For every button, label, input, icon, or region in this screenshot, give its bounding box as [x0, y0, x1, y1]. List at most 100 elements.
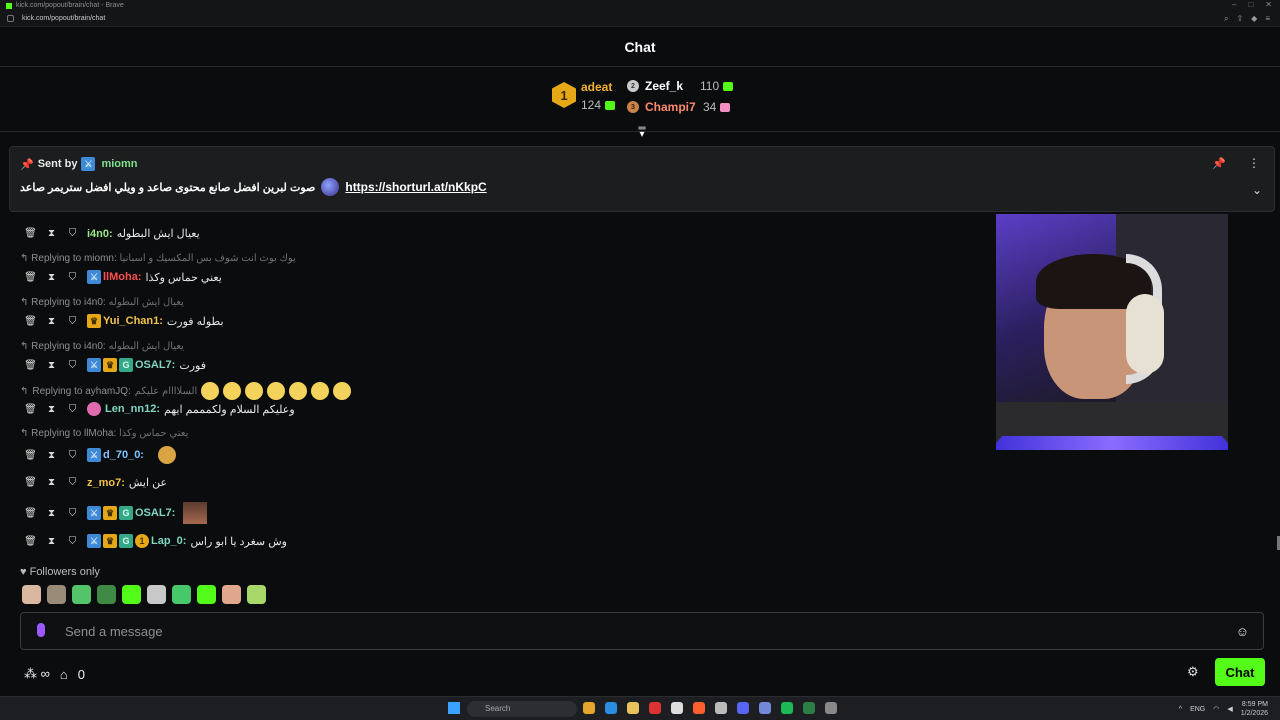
reply-context[interactable]: ↰ Replying to i4n0: يعيال ايش البطوله [20, 341, 184, 352]
ban-icon[interactable]: ⛉ [66, 360, 79, 371]
app2-icon[interactable] [759, 702, 771, 714]
emote-icon[interactable] [22, 585, 41, 604]
emote-icon[interactable] [47, 585, 66, 604]
delete-icon[interactable]: 🗑 [24, 316, 37, 327]
minimize-icon[interactable]: – [1232, 0, 1236, 9]
ban-icon[interactable]: ⛉ [66, 477, 79, 488]
delete-icon[interactable]: 🗑 [24, 228, 37, 239]
timeout-icon[interactable]: ⧗ [45, 272, 58, 283]
leader-1-name[interactable]: adeat [581, 80, 612, 94]
emote-icon[interactable] [247, 585, 266, 604]
close-icon[interactable]: ✕ [1265, 0, 1272, 9]
more-options-icon[interactable]: ⋮ [1248, 156, 1260, 170]
emote-icon[interactable] [122, 585, 141, 604]
username[interactable]: llMoha: [103, 271, 142, 283]
delete-icon[interactable]: 🗑 [24, 404, 37, 415]
emote-icon[interactable] [147, 585, 166, 604]
ban-icon[interactable]: ⛉ [66, 272, 79, 283]
ban-icon[interactable]: ⛉ [66, 404, 79, 415]
ban-icon[interactable]: ⛉ [66, 536, 79, 547]
pinned-link[interactable]: https://shorturl.at/nKkpC [345, 180, 486, 194]
delete-icon[interactable]: 🗑 [24, 536, 37, 547]
username[interactable]: d_70_0: [103, 449, 144, 461]
file-explorer-icon[interactable] [627, 702, 639, 714]
app-icon[interactable] [649, 702, 661, 714]
username[interactable]: Lap_0: [151, 535, 186, 547]
timeout-icon[interactable]: ⧗ [45, 508, 58, 519]
usb-icon[interactable] [715, 702, 727, 714]
reply-context[interactable]: ↰ Replying to i4n0: يعيال ايش البطوله [20, 297, 184, 308]
channel-points-icon[interactable]: ⁂ ∞ [24, 666, 50, 682]
chevron-down-icon[interactable]: ⌄ [1252, 183, 1262, 197]
username[interactable]: z_mo7: [87, 477, 125, 489]
reply-context[interactable]: ↰ Replying to llMoha: يعني حماس وكذا [20, 428, 188, 439]
taskbar-search[interactable]: Search [467, 701, 577, 717]
url-text[interactable]: kick.com/popout/brain/chat [22, 15, 105, 22]
emote-icon[interactable] [172, 585, 191, 604]
maximize-icon[interactable]: □ [1248, 0, 1253, 9]
username[interactable]: OSAL7: [135, 507, 175, 519]
username[interactable]: OSAL7: [135, 359, 175, 371]
ban-icon[interactable]: ⛉ [66, 316, 79, 327]
chat-input-placeholder[interactable]: Send a message [65, 624, 163, 639]
tray-lang[interactable]: ENG [1190, 706, 1205, 713]
timeout-icon[interactable]: ⧗ [45, 450, 58, 461]
discord-icon[interactable] [737, 702, 749, 714]
unpin-icon[interactable]: 📌 [1212, 157, 1226, 170]
emote-icon[interactable] [97, 585, 116, 604]
excel-icon[interactable] [803, 702, 815, 714]
menu-icon[interactable]: ≡ [1265, 14, 1270, 24]
wifi-icon[interactable]: ◠ [1213, 705, 1219, 713]
delete-icon[interactable]: 🗑 [24, 272, 37, 283]
username[interactable]: Len_nn12: [105, 403, 160, 415]
leader-2-name[interactable]: Zeef_k [645, 79, 683, 93]
reply-context[interactable]: ↰ Replying to miomn: يوك بوث انت شوف بس … [20, 253, 296, 264]
timeout-icon[interactable]: ⧗ [45, 360, 58, 371]
notepad-icon[interactable] [671, 702, 683, 714]
brave-shield-icon[interactable]: ◆ [1251, 14, 1257, 24]
address-bar[interactable]: kick.com/popout/brain/chat ⌕ ⇧ ◆ ≡ [0, 11, 1280, 27]
username[interactable]: i4n0: [87, 228, 113, 240]
store-icon[interactable]: ⌂ [60, 667, 68, 682]
emote-icon [201, 382, 220, 400]
emote-icon[interactable] [222, 585, 241, 604]
taskbar-clock[interactable]: 8:59 PM 1/2/2026 [1241, 700, 1268, 718]
timeout-icon[interactable]: ⧗ [45, 228, 58, 239]
send-chat-button[interactable]: Chat [1215, 658, 1265, 686]
emoji-picker-icon[interactable]: ☺ [1236, 624, 1249, 639]
delete-icon[interactable]: 🗑 [24, 508, 37, 519]
pinned-sender[interactable]: miomn [101, 158, 137, 170]
chat-input-box[interactable]: Send a message ☺ [20, 612, 1264, 650]
settings-gear-icon[interactable]: ⚙ [1187, 664, 1199, 680]
microphone-icon[interactable] [37, 623, 45, 637]
timeout-icon[interactable]: ⧗ [45, 316, 58, 327]
crown-badge-icon: ♛ [103, 506, 117, 520]
timeout-icon[interactable]: ⧗ [45, 404, 58, 415]
emote-icon[interactable] [72, 585, 91, 604]
reply-context[interactable]: ↰ Replying to ayhamJQ: السلاااام عليكم [20, 382, 352, 400]
leader-3-name[interactable]: Champi7 [645, 100, 696, 114]
delete-icon[interactable]: 🗑 [24, 450, 37, 461]
expand-leaderboard-icon[interactable]: ═ ▾ [635, 124, 649, 140]
delete-icon[interactable]: 🗑 [24, 360, 37, 371]
ban-icon[interactable]: ⛉ [66, 508, 79, 519]
share-icon[interactable]: ⇧ [1236, 14, 1243, 24]
chrome-icon[interactable] [583, 702, 595, 714]
zoom-icon[interactable]: ⌕ [1224, 14, 1228, 24]
brave-icon[interactable] [693, 702, 705, 714]
timeout-icon[interactable]: ⧗ [45, 477, 58, 488]
spotify-icon[interactable] [781, 702, 793, 714]
ban-icon[interactable]: ⛉ [66, 228, 79, 239]
windows-start-icon[interactable] [448, 702, 460, 714]
quick-emote-bar [22, 585, 266, 604]
emote-icon[interactable] [197, 585, 216, 604]
volume-icon[interactable]: ◀ [1227, 705, 1232, 713]
delete-icon[interactable]: 🗑 [24, 477, 37, 488]
app3-icon[interactable] [825, 702, 837, 714]
username[interactable]: Yui_Chan1: [103, 315, 163, 327]
edge-icon[interactable] [605, 702, 617, 714]
tray-chevron-icon[interactable]: ^ [1179, 706, 1182, 713]
ban-icon[interactable]: ⛉ [66, 450, 79, 461]
timeout-icon[interactable]: ⧗ [45, 536, 58, 547]
site-info-icon[interactable] [7, 15, 14, 22]
